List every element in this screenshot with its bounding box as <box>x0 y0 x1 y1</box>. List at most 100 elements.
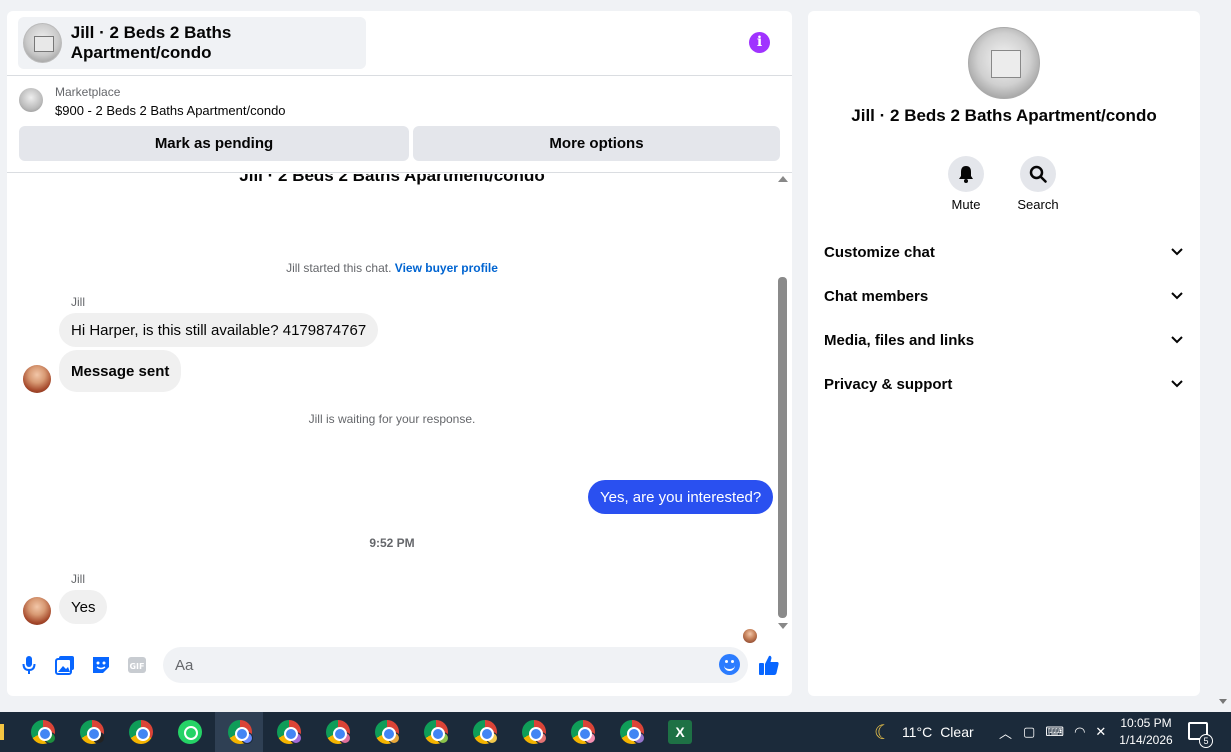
message-list[interactable]: Jill · 2 Beds 2 Baths Apartment/condo Ji… <box>7 174 792 644</box>
chrome-app-icon[interactable] <box>620 720 645 744</box>
chrome-app-icon[interactable] <box>277 720 302 744</box>
bell-icon[interactable] <box>948 156 984 192</box>
chevron-down-icon <box>1170 245 1184 259</box>
view-buyer-profile-link[interactable]: View buyer profile <box>395 261 498 275</box>
composer: GIF <box>7 645 792 696</box>
profile-badge-icon <box>633 732 645 744</box>
privacy-support-section[interactable]: Privacy & support <box>824 364 1184 404</box>
microphone-icon[interactable] <box>18 654 40 676</box>
section-label: Media, files and links <box>824 331 975 349</box>
message-scrollbar[interactable] <box>777 176 789 629</box>
chevron-down-icon <box>1170 377 1184 391</box>
info-icon[interactable]: i <box>749 32 770 53</box>
profile-badge-icon <box>437 732 449 744</box>
volume-muted-icon[interactable]: ✕ <box>1095 724 1106 740</box>
profile-badge-icon <box>339 732 351 744</box>
chrome-app-icon[interactable] <box>424 720 449 744</box>
info-panel-title: Jill · 2 Beds 2 Baths Apartment/condo <box>851 106 1157 125</box>
search-label: Search <box>1017 197 1059 212</box>
thread-title: Jill · 2 Beds 2 Baths Apartment/condo <box>239 174 545 185</box>
mute-button[interactable]: Mute <box>931 156 1001 212</box>
media-files-links-section[interactable]: Media, files and links <box>824 320 1184 360</box>
excel-app-icon[interactable] <box>668 720 692 744</box>
weather-condition: Clear <box>940 724 974 740</box>
listing-photo-avatar <box>23 23 62 63</box>
emoji-icon[interactable] <box>719 654 740 675</box>
profile-badge-icon <box>584 732 596 744</box>
waiting-notice: Jill is waiting for your response. <box>308 412 476 426</box>
message-text: Yes <box>71 598 96 616</box>
weather-temperature: 11°C <box>901 724 933 740</box>
chevron-down-icon <box>1170 289 1184 303</box>
chrome-app-icon[interactable] <box>473 720 498 744</box>
avatar[interactable] <box>23 365 51 393</box>
scrollbar-thumb[interactable] <box>778 277 787 618</box>
message-text: Message sent <box>71 362 170 380</box>
section-label: Customize chat <box>824 243 935 261</box>
chevron-down-icon <box>1170 333 1184 347</box>
search-button[interactable]: Search <box>1003 156 1073 212</box>
conversation-title-button[interactable]: Jill · 2 Beds 2 Baths Apartment/condo <box>18 17 366 69</box>
input-method-icon[interactable]: ⌨ <box>1045 724 1064 740</box>
whatsapp-app-icon[interactable] <box>178 720 202 744</box>
listing-price-title[interactable]: $900 - 2 Beds 2 Baths Apartment/condo <box>55 103 286 118</box>
chrome-app-icon[interactable] <box>522 720 547 744</box>
chevron-up-icon[interactable]: ︿ <box>999 723 1012 742</box>
chrome-app-icon[interactable] <box>375 720 400 744</box>
message-input[interactable] <box>175 647 705 683</box>
listing-thumbnail[interactable] <box>19 88 43 112</box>
customize-chat-section[interactable]: Customize chat <box>824 232 1184 272</box>
photo-icon[interactable] <box>54 654 76 676</box>
chat-started-notice: Jill started this chat. View buyer profi… <box>7 261 777 275</box>
chrome-app-icon[interactable] <box>31 720 56 744</box>
mark-as-pending-button[interactable]: Mark as pending <box>19 126 409 161</box>
mute-label: Mute <box>951 197 981 212</box>
file-explorer-stub[interactable] <box>0 724 4 740</box>
profile-badge-icon <box>44 732 56 744</box>
wifi-icon[interactable]: ◠ <box>1074 724 1085 740</box>
chrome-app-icon[interactable] <box>129 720 153 744</box>
weather-widget[interactable]: ☾ 11°C Clear <box>874 712 974 752</box>
listing-banner: Marketplace $900 - 2 Beds 2 Baths Apartm… <box>7 76 792 173</box>
chrome-app-icon[interactable] <box>571 720 596 744</box>
avatar[interactable] <box>23 597 51 625</box>
scroll-up-arrow[interactable] <box>778 176 788 182</box>
sticker-icon[interactable] <box>90 654 112 676</box>
seen-indicator-avatar <box>743 629 757 643</box>
page-scroll-down-arrow[interactable] <box>1219 699 1227 704</box>
conversation-title: Jill · 2 Beds 2 Baths Apartment/condo <box>70 23 232 62</box>
message-input-container[interactable] <box>163 647 748 683</box>
section-label: Chat members <box>824 287 929 305</box>
outgoing-message-bubble[interactable]: Yes, are you interested? <box>588 480 774 514</box>
chat-members-section[interactable]: Chat members <box>824 276 1184 316</box>
incoming-message-bubble[interactable]: Hi Harper, is this still available? 4179… <box>59 313 379 347</box>
chrome-app-icon[interactable] <box>326 720 351 744</box>
meet-now-icon[interactable]: ▢ <box>1023 724 1035 740</box>
message-text: Hi Harper, is this still available? 4179… <box>71 321 367 339</box>
chat-header: Jill · 2 Beds 2 Baths Apartment/condo i <box>7 11 792 76</box>
incoming-message-bubble[interactable]: Yes <box>59 590 108 624</box>
profile-badge-icon <box>290 732 302 744</box>
message-timestamp: 9:52 PM <box>369 536 415 550</box>
system-clock[interactable]: 10:05 PM 1/14/2026 <box>1112 715 1180 749</box>
marketplace-label: Marketplace <box>55 85 121 99</box>
chrome-app-icon[interactable] <box>228 720 253 744</box>
gif-icon[interactable]: GIF <box>126 654 148 676</box>
taskbar: ☾ 11°C Clear ︿ ▢ ⌨ ◠ ✕ 10:05 PM 1/14/202… <box>0 712 1231 752</box>
clock-date: 1/14/2026 <box>1119 733 1173 747</box>
thumbs-up-icon[interactable] <box>758 654 780 676</box>
conversation-photo[interactable] <box>968 27 1040 99</box>
profile-badge-icon <box>93 732 105 744</box>
more-options-button[interactable]: More options <box>413 126 780 161</box>
sender-name: Jill <box>71 572 85 586</box>
incoming-message-bubble[interactable]: Message sent <box>59 350 182 392</box>
profile-badge-icon <box>241 732 253 744</box>
scroll-down-arrow[interactable] <box>778 623 788 629</box>
search-icon[interactable] <box>1020 156 1056 192</box>
profile-badge-icon <box>535 732 547 744</box>
moon-icon: ☾ <box>874 721 892 744</box>
notification-count-badge: 5 <box>1199 734 1213 748</box>
chrome-app-icon[interactable] <box>80 720 105 744</box>
chat-started-text: Jill started this chat. <box>286 261 392 275</box>
conversation-info-panel: Jill · 2 Beds 2 Baths Apartment/condo Mu… <box>808 11 1200 696</box>
